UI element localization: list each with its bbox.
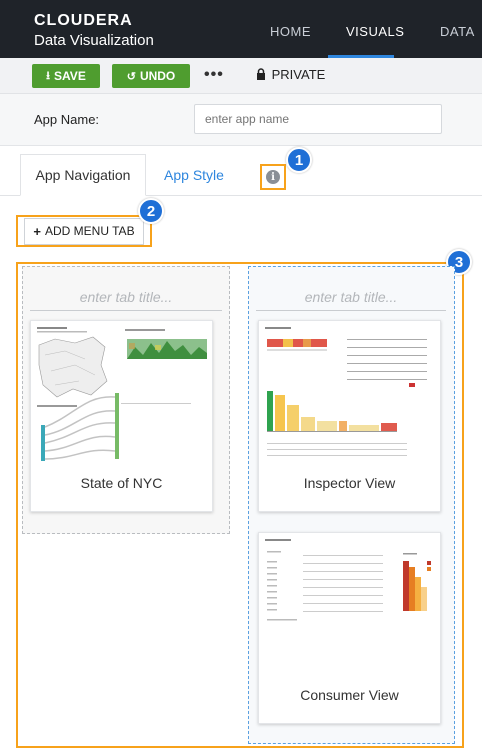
private-toggle[interactable]: PRIVATE (256, 67, 325, 82)
undo-label: UNDO (139, 69, 176, 83)
nav-data[interactable]: DATA (440, 24, 475, 39)
toolbar: ⭳ SAVE ↺ UNDO ••• PRIVATE (0, 58, 482, 94)
top-navbar: CLOUDERA Data Visualization HOME VISUALS… (0, 0, 482, 58)
undo-icon: ↺ (126, 70, 136, 83)
dashboard-title: Inspector View (303, 475, 396, 491)
app-name-row: App Name: (0, 94, 482, 146)
dashboard-thumbnail (263, 325, 437, 465)
nav-home[interactable]: HOME (270, 24, 311, 39)
callout-badge-1: 1 (286, 147, 312, 173)
plus-icon: + (33, 223, 41, 239)
dashboard-title: Consumer View (300, 687, 399, 703)
dashboard-card-state-of-nyc[interactable]: State of NYC (30, 320, 213, 512)
tab-title-input-1[interactable]: enter tab title... (30, 289, 222, 305)
info-callout-box: i (260, 164, 286, 190)
info-icon[interactable]: i (266, 170, 280, 184)
tab-app-style[interactable]: App Style (162, 154, 226, 196)
add-menu-tab-callout: + ADD MENU TAB (16, 215, 152, 247)
undo-button[interactable]: ↺ UNDO (112, 64, 190, 88)
settings-tabs: App Navigation App Style (0, 146, 482, 196)
nav-visuals[interactable]: VISUALS (346, 24, 404, 39)
save-icon: ⭳ (46, 69, 51, 82)
dashboard-thumbnail (263, 537, 437, 677)
app-name-label: App Name: (34, 112, 100, 127)
tab-title-underline (30, 310, 222, 311)
save-button[interactable]: ⭳ SAVE (32, 64, 100, 88)
save-label: SAVE (54, 69, 86, 83)
app-name-input[interactable] (194, 104, 442, 134)
more-menu-button[interactable]: ••• (204, 66, 224, 84)
lock-icon (257, 68, 265, 80)
dashboard-thumbnail (35, 325, 209, 465)
dashboard-title: State of NYC (80, 475, 163, 491)
dashboard-card-consumer-view[interactable]: Consumer View (258, 532, 441, 724)
brand-name: CLOUDERA (34, 12, 133, 29)
callout-badge-2: 2 (138, 198, 164, 224)
add-menu-tab-label: ADD MENU TAB (45, 224, 135, 238)
add-menu-tab-button[interactable]: + ADD MENU TAB (24, 217, 144, 245)
tab-app-navigation[interactable]: App Navigation (20, 154, 146, 196)
tab-title-input-2[interactable]: enter tab title... (256, 289, 446, 305)
dashboard-card-inspector-view[interactable]: Inspector View (258, 320, 441, 512)
tab-title-underline (256, 310, 446, 311)
private-label: PRIVATE (271, 67, 326, 82)
brand-product: Data Visualization (34, 32, 154, 49)
